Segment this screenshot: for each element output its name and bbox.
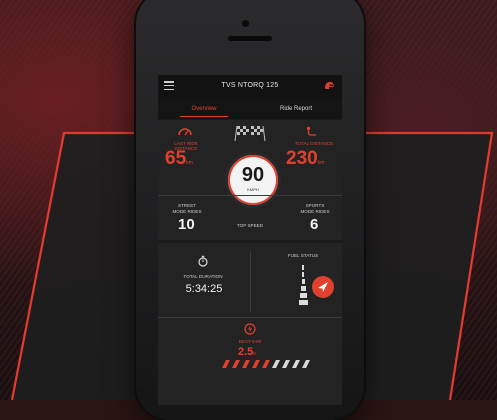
- sports-mode-label: SPORTS MODE RIDES: [300, 203, 330, 214]
- stats-divider: [158, 195, 342, 196]
- top-speed-label: TOP SPEED: [236, 223, 264, 228]
- app-screen: TVS NTORQ 125 Overview Ride Report LAST …: [158, 75, 342, 405]
- last-ride-value: 65km: [165, 148, 193, 169]
- earpiece: [228, 36, 272, 41]
- total-distance-label: TOTAL DISTANCE: [294, 141, 334, 146]
- bottom-stats-card: TOTAL DURATION 5:34:25 FUEL STATUS BEST …: [158, 243, 342, 405]
- bottom-horizontal-divider: [158, 317, 342, 318]
- stopwatch-icon: [198, 255, 208, 267]
- app-title: TVS NTORQ 125: [221, 82, 279, 89]
- front-camera: [242, 20, 249, 27]
- top-speed-unit: KMPH: [247, 187, 259, 192]
- ride-duration-label: TOTAL DURATION: [183, 274, 223, 279]
- street-mode-label: STREET MODE RIDES: [172, 203, 202, 214]
- best-060-label: BEST 0-60: [238, 339, 262, 344]
- helmet-icon[interactable]: [323, 80, 335, 92]
- tab-bar: Overview Ride Report: [158, 99, 342, 119]
- ride-duration-value: 5:34:25: [185, 283, 223, 295]
- top-bar: TVS NTORQ 125: [158, 75, 342, 99]
- street-mode-value: 10: [178, 216, 195, 233]
- total-distance-value: 230km: [286, 148, 325, 169]
- fuel-gauge-icon: [299, 265, 308, 305]
- top-speed-gauge: 90 KMPH: [225, 152, 281, 208]
- bolt-icon: [244, 323, 256, 335]
- sports-mode-value: 6: [310, 216, 319, 233]
- navigation-arrow-icon: [318, 282, 328, 292]
- best-060-value: 2.5s: [238, 346, 256, 358]
- speedometer-icon: [178, 128, 192, 136]
- bottom-vertical-divider: [250, 251, 251, 313]
- fuel-status-label: FUEL STATUS: [287, 253, 319, 258]
- navigate-button[interactable]: [312, 276, 334, 298]
- tab-overview[interactable]: Overview: [158, 99, 250, 119]
- stats-card: LAST RIDE DISTANCE 65km 90 KMPH TOTAL DI…: [158, 120, 342, 240]
- route-icon: [306, 126, 316, 136]
- tab-ride-report[interactable]: Ride Report: [250, 99, 342, 119]
- acceleration-bar: [222, 360, 310, 368]
- chequered-flags-icon: [234, 125, 266, 142]
- top-speed-value: 90: [241, 164, 265, 186]
- phone-frame: TVS NTORQ 125 Overview Ride Report LAST …: [136, 0, 364, 420]
